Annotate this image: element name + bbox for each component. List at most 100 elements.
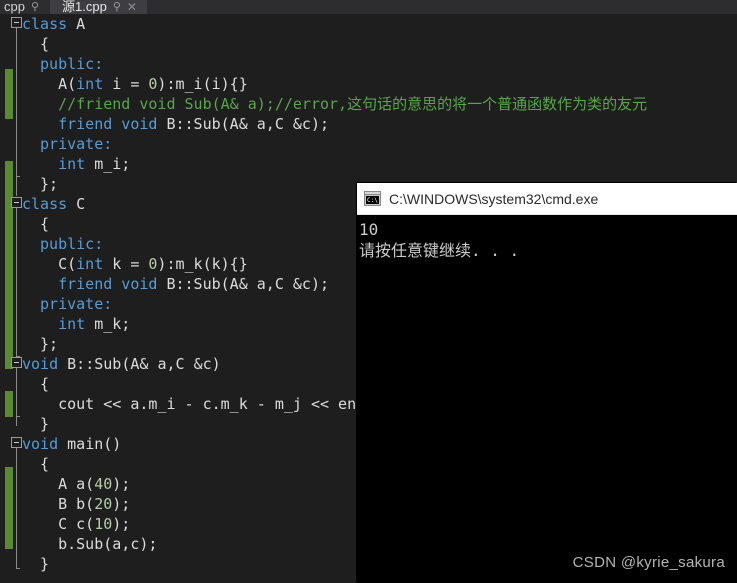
code-line: }; bbox=[40, 334, 58, 354]
code-token: ); bbox=[112, 515, 131, 533]
code-token: B::Sub(A& a,C &c); bbox=[157, 275, 330, 293]
code-token: class bbox=[22, 195, 68, 213]
fold-end-tick bbox=[16, 176, 20, 177]
code-line: friend void B::Sub(A& a,C &c); bbox=[58, 114, 329, 134]
code-token: A bbox=[67, 15, 86, 33]
code-line: b.Sub(a,c); bbox=[58, 534, 157, 554]
code-token: b.Sub(a,c); bbox=[58, 535, 158, 553]
code-token: friend bbox=[58, 275, 113, 293]
code-token: ); bbox=[112, 475, 131, 493]
code-token: void bbox=[22, 355, 59, 373]
code-line: public: bbox=[40, 54, 103, 74]
code-line: B b(20); bbox=[58, 494, 130, 514]
code-token: B b( bbox=[58, 495, 95, 513]
code-line: }; bbox=[40, 174, 58, 194]
code-token: C bbox=[67, 195, 86, 213]
cmd-icon-prompt: C:\ bbox=[366, 196, 379, 204]
code-token: int bbox=[58, 155, 86, 173]
fold-end-tick bbox=[16, 568, 20, 569]
tab-source1-cpp[interactable]: 源1.cpp ⚲ ✕ bbox=[50, 0, 147, 14]
code-token: C c( bbox=[58, 515, 95, 533]
code-token: private: bbox=[40, 135, 113, 153]
code-token: { bbox=[40, 215, 50, 233]
fold-end-tick bbox=[16, 416, 20, 417]
code-token: A( bbox=[58, 75, 77, 93]
code-line: friend void B::Sub(A& a,C &c); bbox=[58, 274, 329, 294]
code-token: ); bbox=[112, 495, 131, 513]
code-token: }; bbox=[40, 175, 59, 193]
watermark-text: CSDN @kyrie_sakura bbox=[572, 554, 725, 571]
code-line: class A bbox=[22, 14, 85, 34]
fold-guide-line bbox=[16, 368, 17, 426]
code-line: private: bbox=[40, 134, 112, 154]
code-token: C( bbox=[58, 255, 77, 273]
code-line: private: bbox=[40, 294, 112, 314]
code-token: } bbox=[40, 415, 50, 433]
code-token: 20 bbox=[94, 495, 113, 513]
console-output-line: 请按任意键继续. . . bbox=[359, 241, 520, 260]
code-line: C c(10); bbox=[58, 514, 130, 534]
code-line: int m_k; bbox=[58, 314, 130, 334]
cmd-title-bar[interactable]: C:\ C:\WINDOWS\system32\cmd.exe bbox=[357, 183, 737, 215]
code-token: m_k; bbox=[85, 315, 131, 333]
code-token: B::Sub(A& a,C &c) bbox=[58, 355, 221, 373]
close-icon[interactable]: ✕ bbox=[127, 0, 137, 14]
code-line: class C bbox=[22, 194, 85, 214]
pin-icon[interactable]: ⚲ bbox=[31, 0, 39, 14]
code-line: void B::Sub(A& a,C &c) bbox=[22, 354, 221, 374]
code-line: void main() bbox=[22, 434, 121, 454]
code-line: A(int i = 0):m_i(i){} bbox=[58, 74, 248, 94]
code-line: } bbox=[40, 414, 49, 434]
code-token: int bbox=[76, 75, 104, 93]
code-line: //friend void Sub(A& a);//error,这句话的意思的将… bbox=[58, 94, 647, 114]
code-line: { bbox=[40, 374, 49, 394]
code-line: { bbox=[40, 454, 49, 474]
code-token: m_i; bbox=[85, 155, 131, 173]
fold-collapse-button[interactable] bbox=[11, 357, 22, 368]
code-token: 40 bbox=[94, 475, 113, 493]
code-token: cout << a.m_i - c.m_k - m_j << en bbox=[58, 395, 357, 413]
fold-guide-line bbox=[16, 208, 17, 376]
tab-bar-filler bbox=[146, 0, 737, 14]
code-token: B::Sub(A& a,C &c); bbox=[157, 115, 330, 133]
code-line: public: bbox=[40, 234, 103, 254]
code-token: main() bbox=[58, 435, 122, 453]
code-token: void bbox=[121, 115, 158, 133]
code-token: } bbox=[40, 555, 50, 573]
code-token: { bbox=[40, 375, 50, 393]
cmd-console-output[interactable]: 10 请按任意键继续. . . bbox=[357, 215, 737, 583]
code-line: A a(40); bbox=[58, 474, 130, 494]
code-line: C(int k = 0):m_k(k){} bbox=[58, 254, 248, 274]
fold-collapse-button[interactable] bbox=[11, 17, 22, 28]
code-token: ):m_i(i){} bbox=[157, 75, 248, 93]
tab-cpp[interactable]: cpp ⚲ bbox=[0, 0, 51, 14]
code-token: int bbox=[58, 315, 86, 333]
code-token: void bbox=[22, 435, 59, 453]
code-token: int bbox=[76, 255, 104, 273]
code-line: } bbox=[40, 554, 49, 574]
code-token: friend bbox=[58, 115, 113, 133]
code-token: class bbox=[22, 15, 68, 33]
code-token: 10 bbox=[94, 515, 113, 533]
code-token: k = bbox=[103, 255, 149, 273]
fold-guide-line bbox=[16, 28, 17, 196]
code-token: void bbox=[121, 275, 158, 293]
cmd-icon: C:\ bbox=[364, 191, 381, 206]
fold-collapse-button[interactable] bbox=[11, 437, 22, 448]
code-token: }; bbox=[40, 335, 59, 353]
console-output-line: 10 bbox=[359, 220, 379, 239]
code-token: //friend void Sub(A& a);//error,这句话的意思的将… bbox=[58, 95, 648, 113]
editor-tab-bar: cpp ⚲ 源1.cpp ⚲ ✕ bbox=[0, 0, 737, 14]
code-line: { bbox=[40, 34, 49, 54]
code-line: { bbox=[40, 214, 49, 234]
code-token: i = bbox=[103, 75, 149, 93]
pin-icon[interactable]: ⚲ bbox=[113, 0, 121, 14]
cmd-icon-titlebar bbox=[365, 192, 380, 195]
code-line: cout << a.m_i - c.m_k - m_j << en bbox=[58, 394, 356, 414]
cmd-console-window[interactable]: C:\ C:\WINDOWS\system32\cmd.exe 10 请按任意键继… bbox=[357, 183, 737, 583]
fold-collapse-button[interactable] bbox=[11, 197, 22, 208]
code-token: public: bbox=[40, 55, 104, 73]
code-token: ):m_k(k){} bbox=[157, 255, 248, 273]
code-token: private: bbox=[40, 295, 113, 313]
